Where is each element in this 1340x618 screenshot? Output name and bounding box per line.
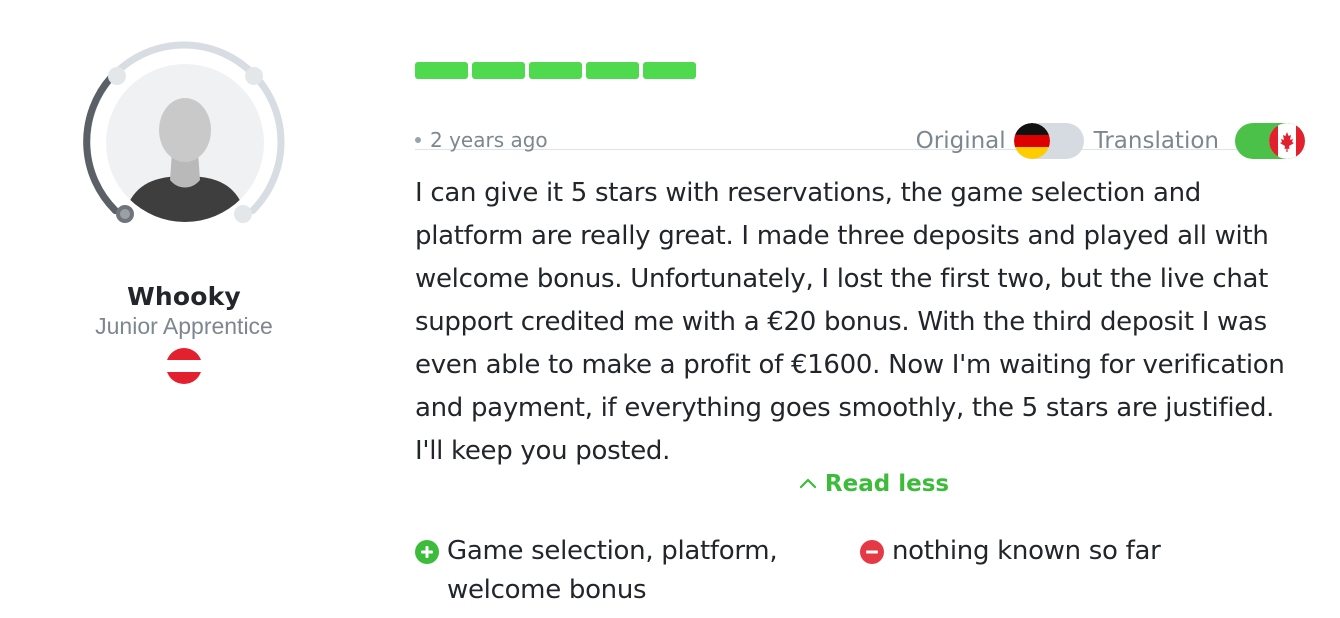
rating-bar (415, 62, 1305, 79)
avatar[interactable] (82, 40, 286, 244)
read-less-link[interactable]: Read less (774, 471, 974, 498)
toggle-original-label: Original (915, 128, 1006, 154)
language-toggles: Original Translation (916, 123, 1305, 159)
pros: Game selection, platform, welcome bonus (415, 532, 867, 610)
user-card: Whooky Junior Apprentice (70, 40, 298, 388)
avatar-progress-ring (83, 41, 285, 223)
toggle-translation[interactable] (1235, 123, 1305, 159)
cons-text: nothing known so far (892, 536, 1161, 566)
review-text: I can give it 5 stars with reservations,… (415, 178, 1285, 466)
germany-flag-icon (1013, 123, 1050, 159)
review: 2 years ago Original Translation I can g… (415, 62, 1305, 605)
cons: nothing known so far (860, 532, 1322, 571)
review-date: 2 years ago (415, 128, 548, 152)
toggle-translation-label: Translation (1093, 128, 1219, 154)
rating-segment (415, 62, 468, 79)
pros-text: Game selection, platform, welcome bonus (447, 536, 778, 605)
toggle-original[interactable] (1013, 123, 1084, 159)
minus-circle-icon (860, 540, 884, 564)
austria-flag-icon (166, 348, 202, 384)
username[interactable]: Whooky (70, 282, 298, 311)
plus-circle-icon (415, 540, 439, 564)
bullet-icon (415, 136, 421, 143)
rating-segment (472, 62, 525, 79)
rating-segment (643, 62, 696, 79)
review-meta: 2 years ago Original Translation (415, 79, 1305, 159)
read-less-label: Read less (824, 471, 950, 497)
review-date-text: 2 years ago (430, 128, 548, 152)
user-rank: Junior Apprentice (95, 313, 273, 339)
canada-flag-icon (1269, 123, 1305, 159)
rating-segment (529, 62, 582, 79)
rating-segment (586, 62, 639, 79)
chevron-up-icon (799, 469, 817, 495)
